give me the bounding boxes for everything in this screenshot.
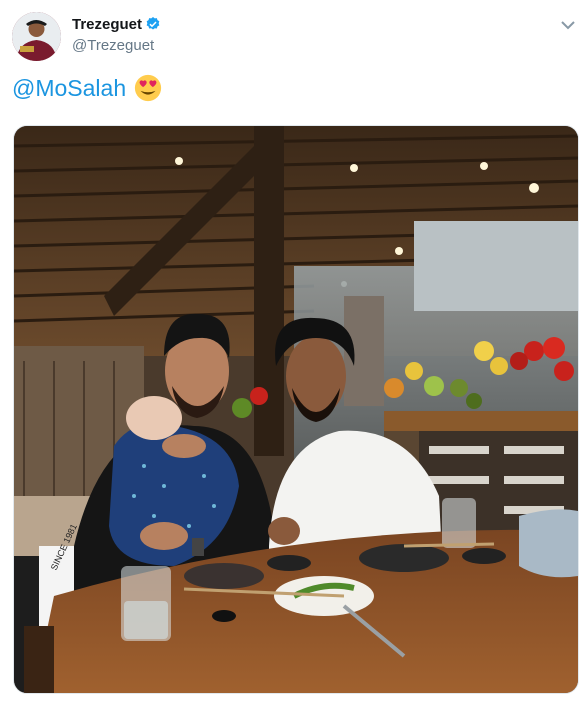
chevron-down-icon[interactable] — [560, 18, 576, 32]
verified-badge-icon — [146, 17, 160, 30]
mention-link[interactable]: @MoSalah — [12, 75, 126, 102]
tweet-text: @MoSalah — [12, 73, 163, 103]
tweet-photo[interactable]: SINCE 1981 — [13, 125, 579, 694]
heart-eyes-emoji-icon — [135, 74, 162, 102]
author-handle[interactable]: @Trezeguet — [72, 37, 154, 54]
author-name[interactable]: Trezeguet — [72, 16, 142, 33]
tweet-card: Trezeguet @Trezeguet @MoSalah SINCE 1981 — [0, 0, 585, 704]
author-avatar[interactable] — [12, 12, 61, 61]
